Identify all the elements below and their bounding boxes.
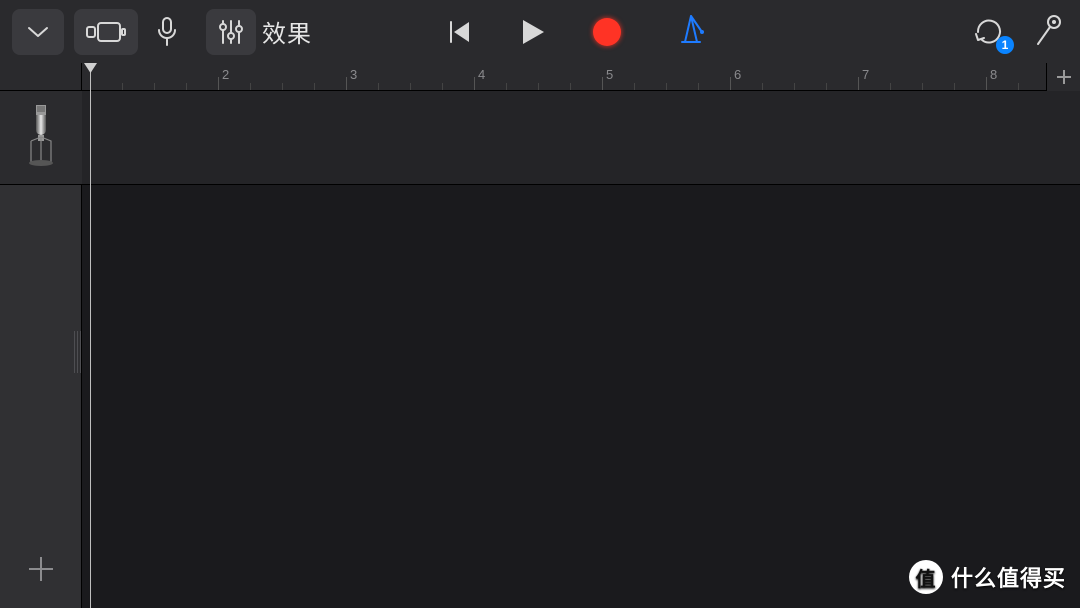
bar-label: 3: [350, 67, 357, 82]
track-view-button[interactable]: [74, 9, 138, 55]
view-menu-button[interactable]: [12, 9, 64, 55]
play-button[interactable]: [516, 9, 550, 55]
rewind-button[interactable]: [444, 9, 476, 55]
loop-browser-button[interactable]: 1: [972, 12, 1010, 50]
timeline-ruler[interactable]: 2 3 4 5 6 7 8: [82, 63, 1080, 91]
bar-label: 8: [990, 67, 997, 82]
mixer-button[interactable]: [206, 9, 256, 55]
loop-badge: 1: [996, 36, 1014, 54]
add-track-button[interactable]: [0, 530, 82, 608]
metronome-button[interactable]: [676, 12, 706, 53]
bar-label: 6: [734, 67, 741, 82]
playhead[interactable]: [90, 63, 91, 608]
watermark-badge: 值: [909, 560, 943, 594]
bar-label: 4: [478, 67, 485, 82]
watermark-text: 什么值得买: [951, 561, 1066, 593]
arrangement-empty-area[interactable]: [82, 185, 1080, 608]
bar-label: 5: [606, 67, 613, 82]
track-header-column: [0, 63, 82, 608]
settings-button[interactable]: [1032, 12, 1064, 53]
microphone-button[interactable]: [142, 9, 192, 55]
fx-label: 效果: [262, 14, 312, 49]
add-bar-button[interactable]: [1046, 63, 1080, 91]
record-icon: [593, 18, 621, 46]
record-button[interactable]: [590, 9, 624, 55]
bar-label: 2: [222, 67, 229, 82]
bar-label: 7: [862, 67, 869, 82]
track-header-1[interactable]: [0, 91, 82, 185]
track-height-handle[interactable]: [73, 331, 81, 373]
track-lane-1[interactable]: [82, 91, 1080, 185]
toolbar: 效果 1: [0, 0, 1080, 63]
watermark: 值 什么值得买: [909, 560, 1066, 594]
microphone-icon: [25, 103, 57, 173]
fx-button[interactable]: 效果: [256, 14, 312, 49]
